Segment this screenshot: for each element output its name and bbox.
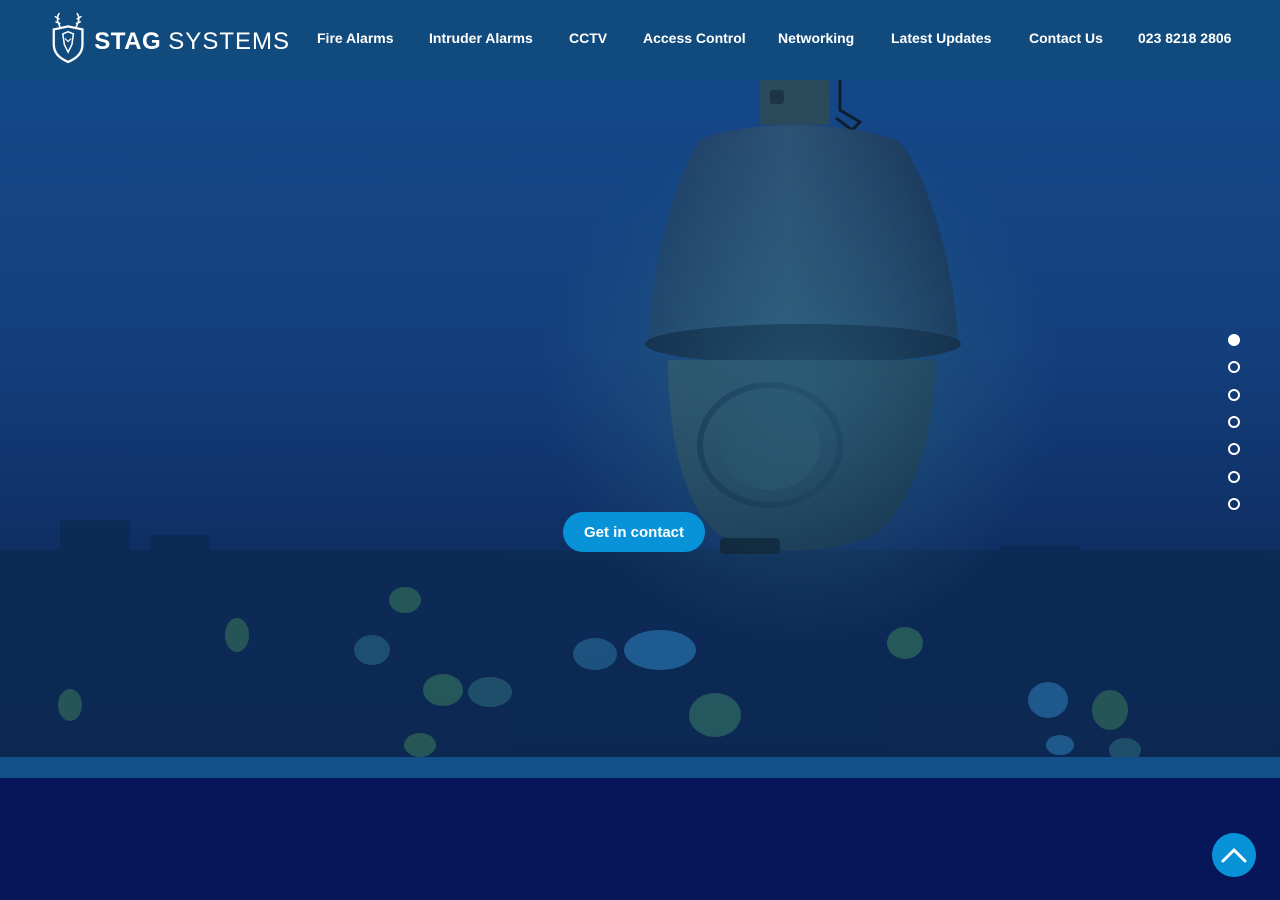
get-in-contact-button[interactable]: Get in contact	[563, 512, 705, 552]
site-header: STAG SYSTEMS Fire Alarms Intruder Alarms…	[0, 0, 1280, 80]
slide-dot-3[interactable]	[1228, 389, 1240, 401]
nav-item-phone[interactable]: 023 8218 2806	[1138, 30, 1231, 46]
section-divider-strip	[0, 757, 1280, 778]
next-section	[0, 778, 1280, 900]
slide-dot-4[interactable]	[1228, 416, 1240, 428]
page: STAG SYSTEMS Fire Alarms Intruder Alarms…	[0, 0, 1280, 900]
nav-item-latest-updates[interactable]: Latest Updates	[891, 30, 991, 46]
nav-item-fire-alarms[interactable]: Fire Alarms	[317, 30, 394, 46]
back-to-top-button[interactable]	[1212, 833, 1256, 877]
main-nav: Fire Alarms Intruder Alarms CCTV Access …	[0, 0, 1280, 76]
nav-item-networking[interactable]: Networking	[778, 30, 854, 46]
hero-background-image	[0, 80, 1280, 757]
nav-item-access-control[interactable]: Access Control	[643, 30, 746, 46]
slide-dot-1[interactable]	[1228, 334, 1240, 346]
nav-item-contact-us[interactable]: Contact Us	[1029, 30, 1103, 46]
slide-dot-6[interactable]	[1228, 471, 1240, 483]
slide-dot-2[interactable]	[1228, 361, 1240, 373]
nav-item-cctv[interactable]: CCTV	[569, 30, 607, 46]
slide-dot-5[interactable]	[1228, 443, 1240, 455]
slide-dot-7[interactable]	[1228, 498, 1240, 510]
hero-section: Get in contact	[0, 80, 1280, 757]
nav-item-intruder-alarms[interactable]: Intruder Alarms	[429, 30, 533, 46]
chevron-up-icon	[1221, 848, 1247, 863]
